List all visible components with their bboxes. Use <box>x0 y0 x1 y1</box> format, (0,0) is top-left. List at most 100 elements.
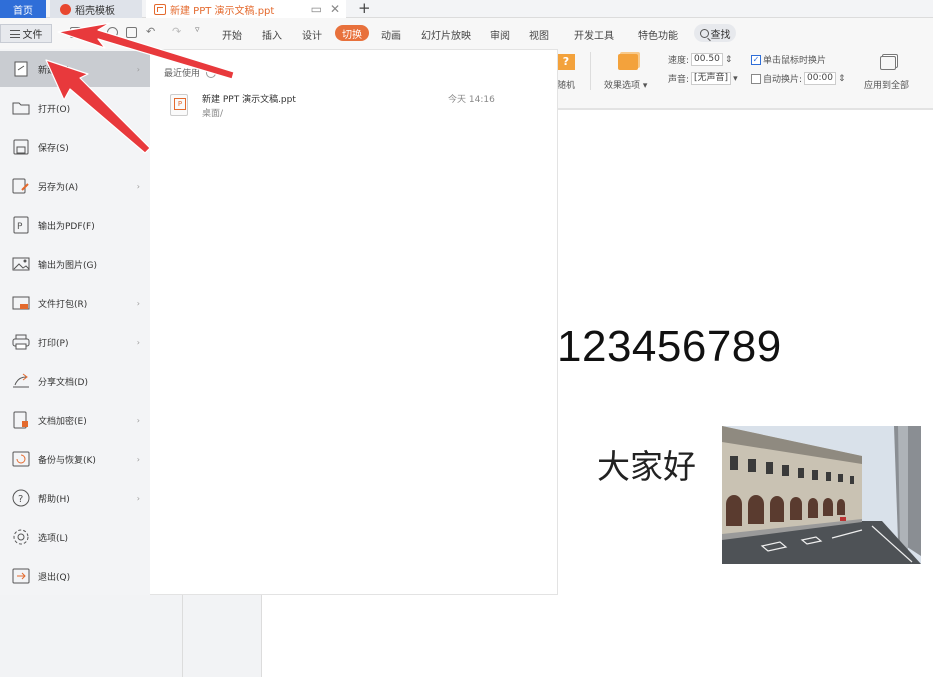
recent-files-title: 最近使用 <box>164 69 201 79</box>
chevron-right-icon: › <box>136 64 140 74</box>
menu-review[interactable]: 审阅 <box>490 27 510 42</box>
on-click-option[interactable]: ✓ 单击鼠标时换片 <box>751 53 826 66</box>
transition-scroll[interactable] <box>590 52 600 90</box>
menu-features[interactable]: 特色功能 <box>638 27 678 42</box>
file-menu-item-encrypt[interactable]: 文档加密(E) › <box>0 402 150 438</box>
slide-numbers-text[interactable]: 123456789 <box>557 322 782 372</box>
slide-greeting-text[interactable]: 大家好 <box>597 440 696 488</box>
panel-divider <box>182 595 262 677</box>
apply-all-icon[interactable] <box>880 56 896 70</box>
menu-transition[interactable]: 切换 <box>335 25 369 41</box>
file-menu-item-label: 帮助(H) <box>38 494 70 505</box>
file-menu-item-share[interactable]: 分享文档(D) <box>0 363 150 399</box>
close-tab-icon[interactable]: ✕ <box>330 2 340 16</box>
menu-insert[interactable]: 插入 <box>262 27 282 42</box>
tab-templates[interactable]: 稻壳模板 <box>50 0 142 18</box>
menu-view[interactable]: 视图 <box>529 27 549 42</box>
random-transition-icon[interactable]: ? <box>557 54 575 70</box>
menu-design[interactable]: 设计 <box>302 27 322 42</box>
file-menu-item-label: 打开(O) <box>38 104 71 115</box>
settings-icon <box>12 529 30 545</box>
checkbox-icon[interactable] <box>751 73 761 84</box>
file-menu-item-label: 文档加密(E) <box>38 416 87 427</box>
chevron-right-icon: › <box>136 337 140 347</box>
tab-document-label: 新建 PPT 演示文稿.ppt <box>170 5 275 17</box>
new-tab-button[interactable]: + <box>358 0 371 18</box>
menu-row: 文件 ⤴ ↶ ↷ ▿ 开始 插入 设计 切换 动画 幻灯片放映 审阅 视图 开发… <box>0 18 933 48</box>
file-menu-item-label: 打印(P) <box>38 338 69 349</box>
window-icon[interactable]: ▭ <box>311 2 322 16</box>
file-menu-item-exit[interactable]: 退出(Q) <box>0 558 150 594</box>
file-menu-item-backup[interactable]: 备份与恢复(K) › <box>0 441 150 477</box>
effect-options-label[interactable]: 效果选项 ▾ <box>604 78 647 91</box>
menu-start[interactable]: 开始 <box>222 27 242 42</box>
ppt-file-icon <box>154 3 166 15</box>
file-menu-item-export-image[interactable]: 输出为图片(G) <box>0 246 150 282</box>
image-icon <box>12 256 30 272</box>
menu-developer[interactable]: 开发工具 <box>574 27 614 42</box>
file-menu-item-label: 选项(L) <box>38 533 69 544</box>
recent-file-item[interactable]: 新建 PPT 演示文稿.ppt 桌面/ 今天 14:16 <box>170 90 540 122</box>
recent-file-name: 新建 PPT 演示文稿.ppt <box>202 95 296 105</box>
random-transition-label: 随机 <box>557 81 576 91</box>
tab-document[interactable]: 新建 PPT 演示文稿.ppt ▭ ✕ <box>146 0 346 18</box>
file-menu-item-options[interactable]: 选项(L) <box>0 519 150 555</box>
tab-templates-label: 稻壳模板 <box>75 5 115 17</box>
search-button[interactable]: 查找 <box>694 24 736 42</box>
speed-stepper-icon[interactable]: ⇕ <box>725 55 733 65</box>
menu-slideshow[interactable]: 幻灯片放映 <box>421 27 471 42</box>
menu-animation[interactable]: 动画 <box>381 27 401 42</box>
file-menu-button[interactable]: 文件 <box>0 24 52 43</box>
save-quick-icon[interactable] <box>70 27 81 38</box>
export-quick-icon[interactable]: ⤴ <box>88 25 99 41</box>
street-photo[interactable] <box>722 426 921 564</box>
auto-switch-stepper-icon[interactable]: ⇕ <box>838 74 846 84</box>
preview-quick-icon[interactable] <box>126 27 137 38</box>
file-menu-item-print[interactable]: 打印(P) › <box>0 324 150 360</box>
file-menu-item-label: 保存(S) <box>38 143 69 154</box>
recent-files-header: 最近使用 <box>164 66 217 79</box>
recent-file-time: 今天 14:16 <box>448 95 495 105</box>
file-menu-item-open[interactable]: 打开(O) <box>0 90 150 126</box>
chevron-right-icon: › <box>136 415 140 425</box>
print-quick-icon[interactable] <box>107 27 118 38</box>
customize-dropdown-icon[interactable]: ▿ <box>195 25 200 35</box>
checkbox-checked-icon[interactable]: ✓ <box>751 54 761 65</box>
share-icon <box>12 373 30 389</box>
search-icon <box>699 28 709 38</box>
speed-input[interactable]: 00.50 <box>691 53 723 66</box>
file-menu-label: 文件 <box>22 30 43 41</box>
svg-text:P: P <box>17 222 23 232</box>
redo-icon[interactable]: ↷ <box>172 25 181 38</box>
sound-dropdown-icon[interactable]: ▾ <box>733 74 738 84</box>
file-menu-item-save[interactable]: 保存(S) <box>0 129 150 165</box>
help-icon: ? <box>12 489 30 507</box>
sound-field: 声音: [无声音] ▾ <box>668 72 738 85</box>
new-icon <box>12 61 30 77</box>
search-label: 查找 <box>710 29 731 41</box>
auto-switch-option: 自动换片: 00:00 ⇕ <box>751 72 846 85</box>
recent-files-panel: 最近使用 新建 PPT 演示文稿.ppt 桌面/ 今天 14:16 <box>150 49 558 595</box>
file-menu-item-help[interactable]: ? 帮助(H) › <box>0 480 150 516</box>
sound-select[interactable]: [无声音] <box>691 72 732 85</box>
file-menu-item-export-pdf[interactable]: P 输出为PDF(F) <box>0 207 150 243</box>
tab-bar: 首页 稻壳模板 新建 PPT 演示文稿.ppt ▭ ✕ + <box>0 0 933 18</box>
exit-icon <box>12 568 30 584</box>
auto-switch-input[interactable]: 00:00 <box>804 72 836 85</box>
apply-all-button[interactable]: 应用到全部 <box>864 78 909 91</box>
backup-icon <box>12 451 30 467</box>
file-menu-item-label: 输出为图片(G) <box>38 260 97 271</box>
file-menu-item-label: 分享文档(D) <box>38 377 88 388</box>
tab-home[interactable]: 首页 <box>0 0 46 18</box>
effect-options-icon[interactable] <box>618 54 638 70</box>
undo-icon[interactable]: ↶ <box>146 25 155 38</box>
file-menu-item-package[interactable]: 文件打包(R) › <box>0 285 150 321</box>
encrypt-icon <box>12 411 30 429</box>
file-menu-item-new[interactable]: 新建(N) › <box>0 51 150 87</box>
refresh-icon[interactable] <box>206 67 217 78</box>
file-menu-item-save-as[interactable]: 另存为(A) › <box>0 168 150 204</box>
pdf-icon: P <box>12 216 30 234</box>
recent-file-path: 桌面/ <box>202 109 224 119</box>
save-icon <box>12 139 30 155</box>
speed-field: 速度: 00.50 ⇕ <box>668 53 733 66</box>
